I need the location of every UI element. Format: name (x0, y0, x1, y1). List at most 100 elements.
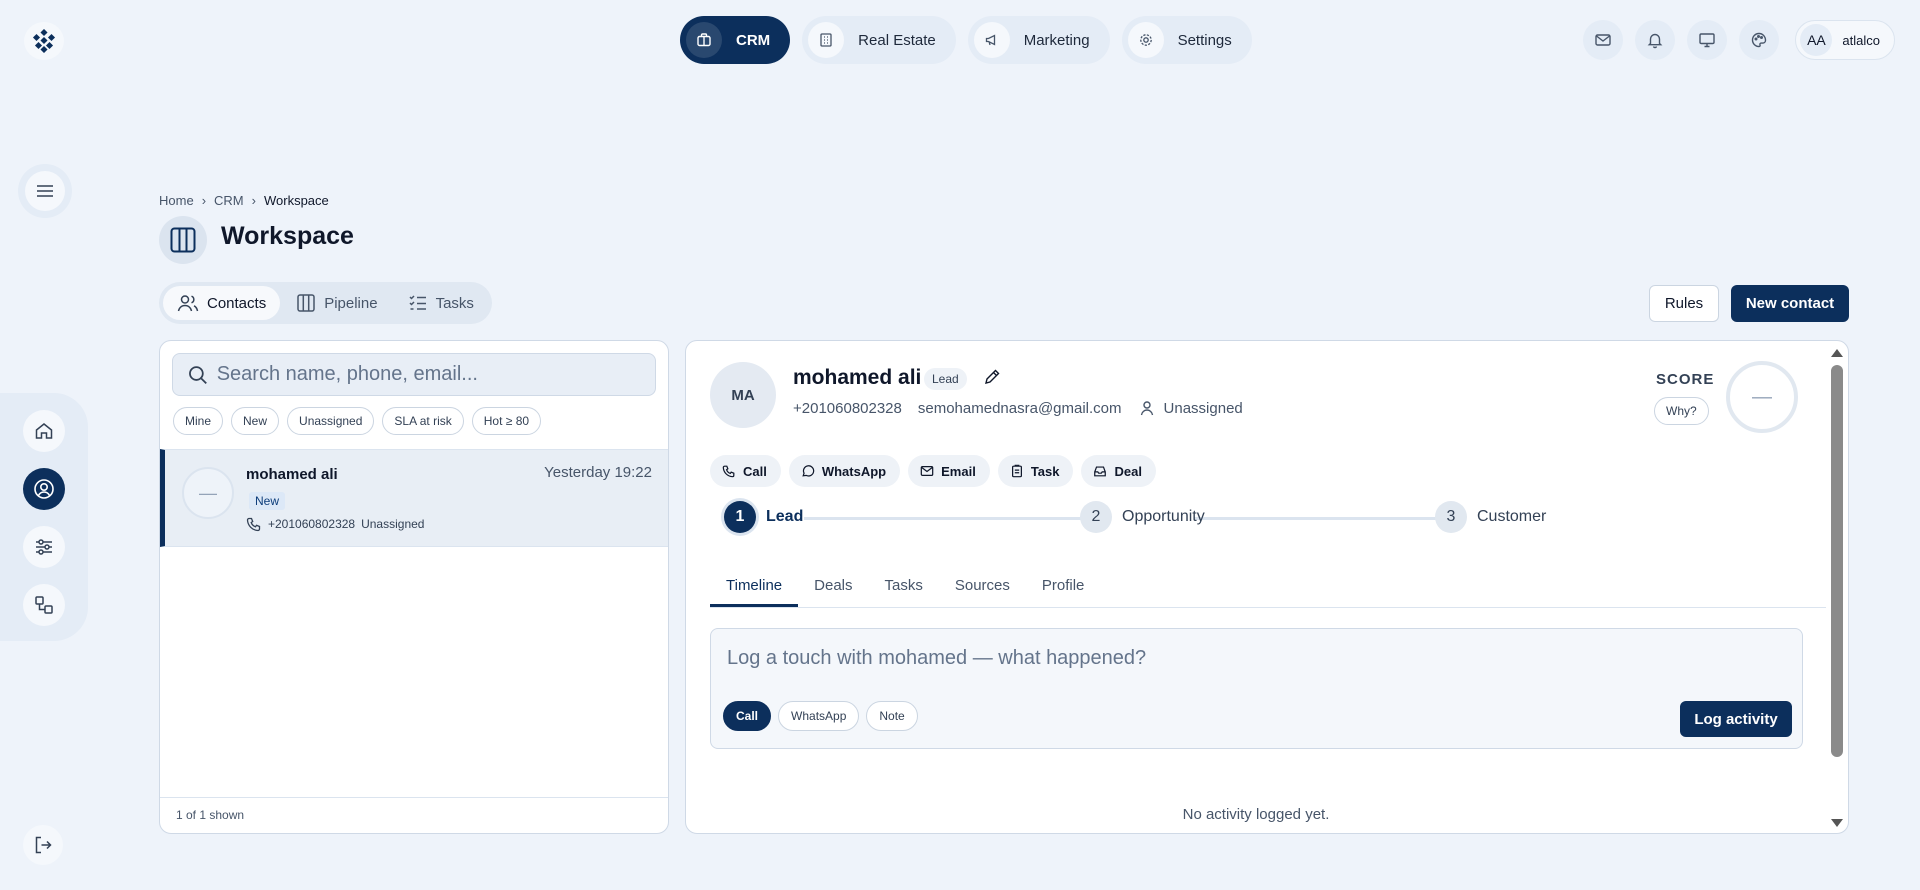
stage-connector (1194, 517, 1462, 520)
mail-button[interactable] (1583, 20, 1624, 60)
nav-real-estate[interactable]: Real Estate (802, 16, 956, 64)
activity-type-call[interactable]: Call (723, 701, 772, 731)
sliders-icon (36, 539, 52, 555)
contact-row[interactable]: — mohamed ali Yesterday 19:22 New +20106… (160, 449, 668, 547)
rules-button[interactable]: Rules (1649, 285, 1719, 322)
stage-label: Customer (1477, 508, 1547, 525)
pencil-icon (985, 369, 1000, 384)
tab-contacts-label: Contacts (207, 294, 267, 312)
tab-contacts[interactable]: Contacts (163, 286, 281, 320)
new-contact-button[interactable]: New contact (1731, 285, 1849, 322)
assignee[interactable]: Unassigned (1138, 399, 1243, 417)
tab-pipeline-label: Pipeline (324, 294, 378, 312)
display-button[interactable] (1687, 20, 1728, 60)
search-input[interactable] (216, 363, 641, 386)
filter-mine[interactable]: Mine (173, 407, 224, 435)
nav-marketing-label: Marketing (1023, 31, 1090, 49)
breadcrumb-home[interactable]: Home (159, 193, 194, 208)
stage-opportunity[interactable]: 2 Opportunity (1080, 501, 1205, 533)
detail-tabs: Timeline Deals Tasks Sources Profile (710, 569, 1826, 608)
contact-detail-panel: MA mohamed ali Lead +201060802328 semoha… (685, 340, 1849, 834)
deal-button[interactable]: Deal (1081, 455, 1156, 487)
detail-phone[interactable]: +201060802328 (793, 400, 902, 417)
tab-tasks[interactable]: Tasks (869, 569, 939, 607)
mail-icon (1595, 34, 1612, 46)
logout-button[interactable] (23, 825, 63, 865)
theme-button[interactable] (1739, 20, 1780, 60)
scrollbar[interactable] (1830, 349, 1844, 827)
sidebar-item-contacts[interactable] (23, 468, 65, 510)
email-button[interactable]: Email (908, 455, 990, 487)
stage-connector (804, 517, 1092, 520)
contact-meta: +201060802328 Unassigned (246, 516, 424, 532)
tab-pipeline[interactable]: Pipeline (282, 286, 391, 320)
user-menu[interactable]: AA atlalco (1795, 20, 1895, 60)
detail-email[interactable]: semohamednasra@gmail.com (918, 400, 1122, 417)
shapes-icon (35, 596, 53, 614)
filter-new[interactable]: New (231, 407, 280, 435)
stage-customer[interactable]: 3 Customer (1435, 501, 1546, 533)
user-name: atlalco (1842, 32, 1880, 48)
sidebar-item-workflows[interactable] (23, 584, 65, 626)
filter-sla-at-risk[interactable]: SLA at risk (382, 407, 464, 435)
stage-label: Opportunity (1122, 508, 1205, 525)
building-icon (808, 22, 845, 58)
phone-icon (722, 465, 735, 478)
edit-contact-button[interactable] (983, 368, 1001, 386)
nav-crm[interactable]: CRM (680, 16, 791, 64)
top-utility-bar: AA atlalco (1583, 20, 1895, 60)
nav-settings-label: Settings (1177, 31, 1232, 49)
chat-icon (802, 465, 815, 477)
sidebar-toggle[interactable] (18, 164, 72, 218)
why-score-button[interactable]: Why? (1654, 397, 1709, 425)
filter-hot[interactable]: Hot ≥ 80 (471, 407, 542, 435)
email-label: Email (941, 463, 976, 479)
view-tabs: Contacts Pipeline Tasks (159, 282, 492, 324)
task-button[interactable]: Task (997, 455, 1074, 487)
scroll-thumb[interactable] (1831, 365, 1843, 757)
log-activity-button[interactable]: Log activity (1680, 701, 1792, 737)
logout-icon (35, 836, 52, 854)
sidebar-nav (0, 393, 88, 641)
nav-crm-label: CRM (736, 31, 771, 49)
call-label: Call (743, 463, 767, 479)
briefcase-icon (686, 22, 722, 58)
nav-marketing[interactable]: Marketing (967, 16, 1110, 64)
tab-deals[interactable]: Deals (798, 569, 868, 607)
avatar: MA (710, 362, 776, 428)
deal-label: Deal (1114, 463, 1142, 479)
activity-type-whatsapp[interactable]: WhatsApp (778, 701, 860, 731)
tab-tasks[interactable]: Tasks (394, 286, 488, 320)
tab-profile[interactable]: Profile (1026, 569, 1101, 607)
lead-badge: Lead (924, 368, 967, 390)
monitor-icon (1699, 33, 1716, 48)
home-icon (35, 423, 53, 439)
score-label: SCORE (1656, 371, 1715, 388)
log-activity-input[interactable] (727, 647, 1787, 679)
phone-icon (246, 517, 261, 532)
nav-settings[interactable]: Settings (1121, 16, 1252, 64)
filter-unassigned[interactable]: Unassigned (287, 407, 375, 435)
breadcrumb-current: Workspace (263, 193, 329, 208)
scroll-down-arrow[interactable] (1831, 819, 1843, 827)
stage-number: 2 (1080, 501, 1112, 533)
scroll-up-arrow[interactable] (1831, 349, 1843, 357)
mail-icon (920, 466, 934, 476)
notifications-button[interactable] (1635, 20, 1676, 60)
sidebar-item-filters[interactable] (23, 526, 65, 568)
user-avatar: AA (1800, 24, 1833, 56)
empty-timeline-message: No activity logged yet. (1182, 806, 1330, 823)
call-button[interactable]: Call (710, 455, 781, 487)
megaphone-icon (973, 22, 1010, 58)
contact-info: +201060802328 semohamednasra@gmail.com U… (793, 399, 1243, 417)
tab-sources[interactable]: Sources (939, 569, 1026, 607)
stage-lead[interactable]: 1 Lead (724, 501, 803, 533)
app-logo[interactable] (24, 22, 64, 60)
stage-number: 3 (1435, 501, 1467, 533)
page-icon (159, 216, 207, 264)
tab-timeline[interactable]: Timeline (710, 569, 799, 607)
whatsapp-button[interactable]: WhatsApp (788, 455, 901, 487)
activity-type-note[interactable]: Note (866, 701, 918, 731)
breadcrumb-crm[interactable]: CRM (214, 193, 244, 208)
sidebar-item-home[interactable] (23, 410, 65, 452)
